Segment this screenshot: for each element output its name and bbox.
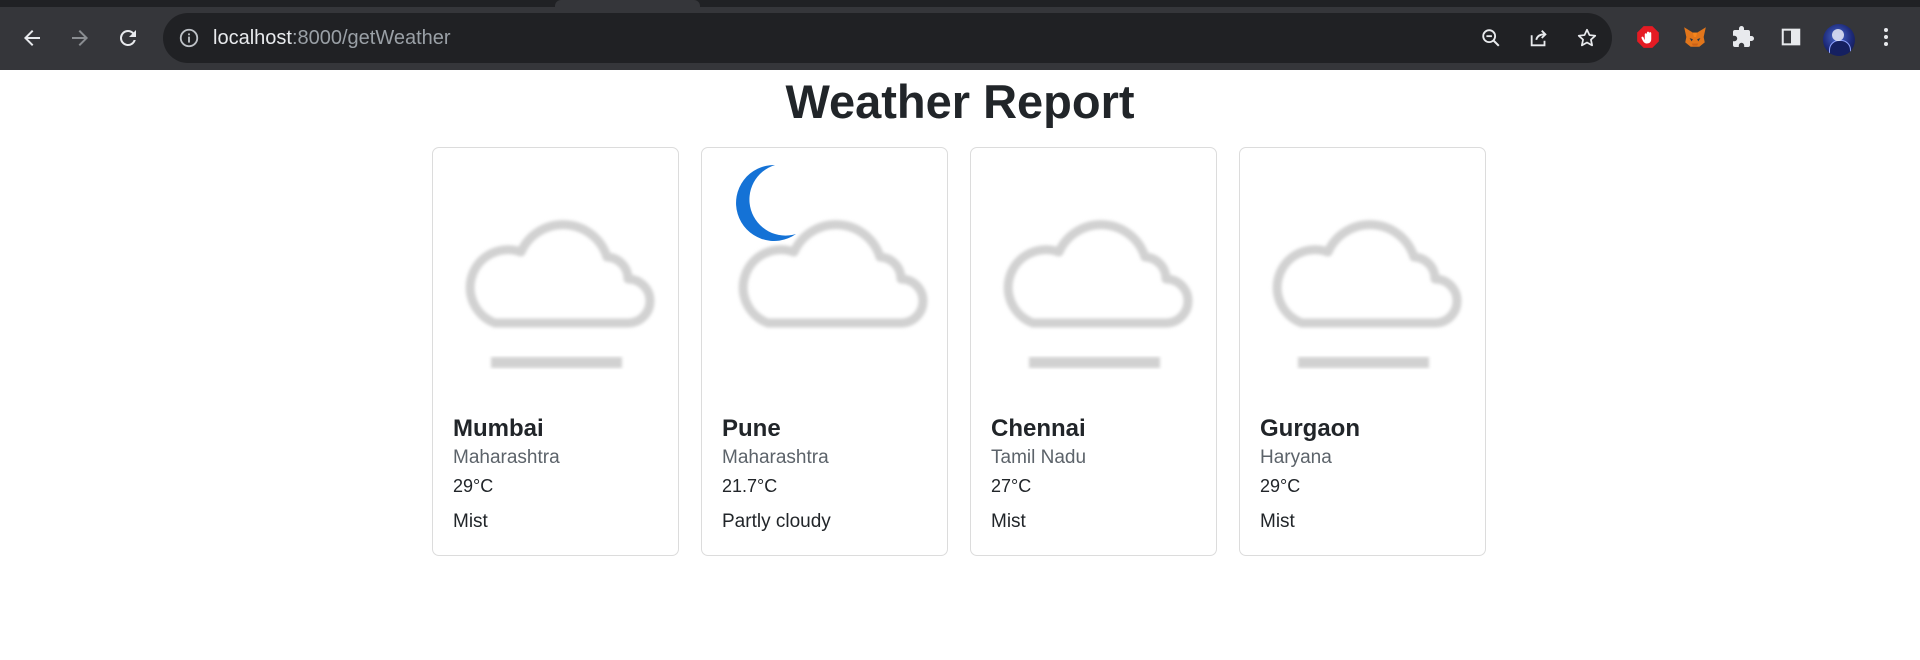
avatar[interactable] [1823, 24, 1855, 56]
address-bar[interactable]: localhost:8000/getWeather [163, 13, 1612, 63]
active-tab[interactable] [555, 0, 700, 7]
condition-text: Mist [453, 511, 488, 532]
browser-toolbar: localhost:8000/getWeather [0, 7, 1920, 70]
mist-icon [1240, 148, 1487, 395]
state-name: Maharashtra [722, 447, 829, 468]
arrow-left-icon [20, 26, 44, 50]
page-title: Weather Report [785, 75, 1135, 128]
city-name: Chennai [991, 415, 1086, 442]
weather-card: Pune Maharashtra 21.7°C Partly cloudy [701, 147, 948, 556]
tab-strip [0, 0, 1920, 7]
state-name: Maharashtra [453, 447, 560, 468]
metamask-fox-icon[interactable] [1679, 21, 1711, 53]
url-host: localhost [213, 27, 292, 49]
info-icon[interactable] [177, 26, 201, 50]
puzzle-icon[interactable] [1727, 21, 1759, 53]
mist-icon [433, 148, 680, 395]
moon-icon [736, 164, 796, 241]
back-button[interactable] [12, 18, 52, 58]
browser-chrome: localhost:8000/getWeather [0, 0, 1920, 70]
share-icon[interactable] [1527, 26, 1551, 50]
page-content: Weather Report Mumbai Maharashtra 29°C M… [0, 70, 1920, 660]
forward-button[interactable] [60, 18, 100, 58]
city-name: Mumbai [453, 415, 544, 442]
condition-text: Mist [1260, 511, 1295, 532]
temperature: 29°C [453, 476, 494, 496]
state-name: Haryana [1260, 447, 1332, 468]
reload-icon [116, 26, 140, 50]
weather-card: Mumbai Maharashtra 29°C Mist [432, 147, 679, 556]
partly-cloudy-night-icon [702, 148, 949, 395]
condition-text: Partly cloudy [722, 511, 831, 532]
side-panel-icon[interactable] [1775, 21, 1807, 53]
city-name: Pune [722, 415, 781, 442]
condition-text: Mist [991, 511, 1026, 532]
temperature: 29°C [1260, 476, 1301, 496]
kebab-menu-icon[interactable] [1870, 21, 1902, 53]
star-icon[interactable] [1575, 26, 1599, 50]
temperature: 27°C [991, 476, 1032, 496]
zoom-out-icon[interactable] [1479, 26, 1503, 50]
city-name: Gurgaon [1260, 415, 1360, 442]
temperature: 21.7°C [722, 476, 778, 496]
reload-button[interactable] [108, 18, 148, 58]
state-name: Tamil Nadu [991, 447, 1087, 468]
url-path: :8000/getWeather [291, 27, 451, 49]
weather-card: Gurgaon Haryana 29°C Mist [1239, 147, 1486, 556]
url-text[interactable]: localhost:8000/getWeather [213, 26, 451, 50]
mist-icon [971, 148, 1218, 395]
weather-card-list: Mumbai Maharashtra 29°C Mist Pune Mahara… [432, 147, 1488, 559]
adblock-icon[interactable] [1632, 21, 1664, 53]
arrow-right-icon [68, 26, 92, 50]
weather-card: Chennai Tamil Nadu 27°C Mist [970, 147, 1217, 556]
